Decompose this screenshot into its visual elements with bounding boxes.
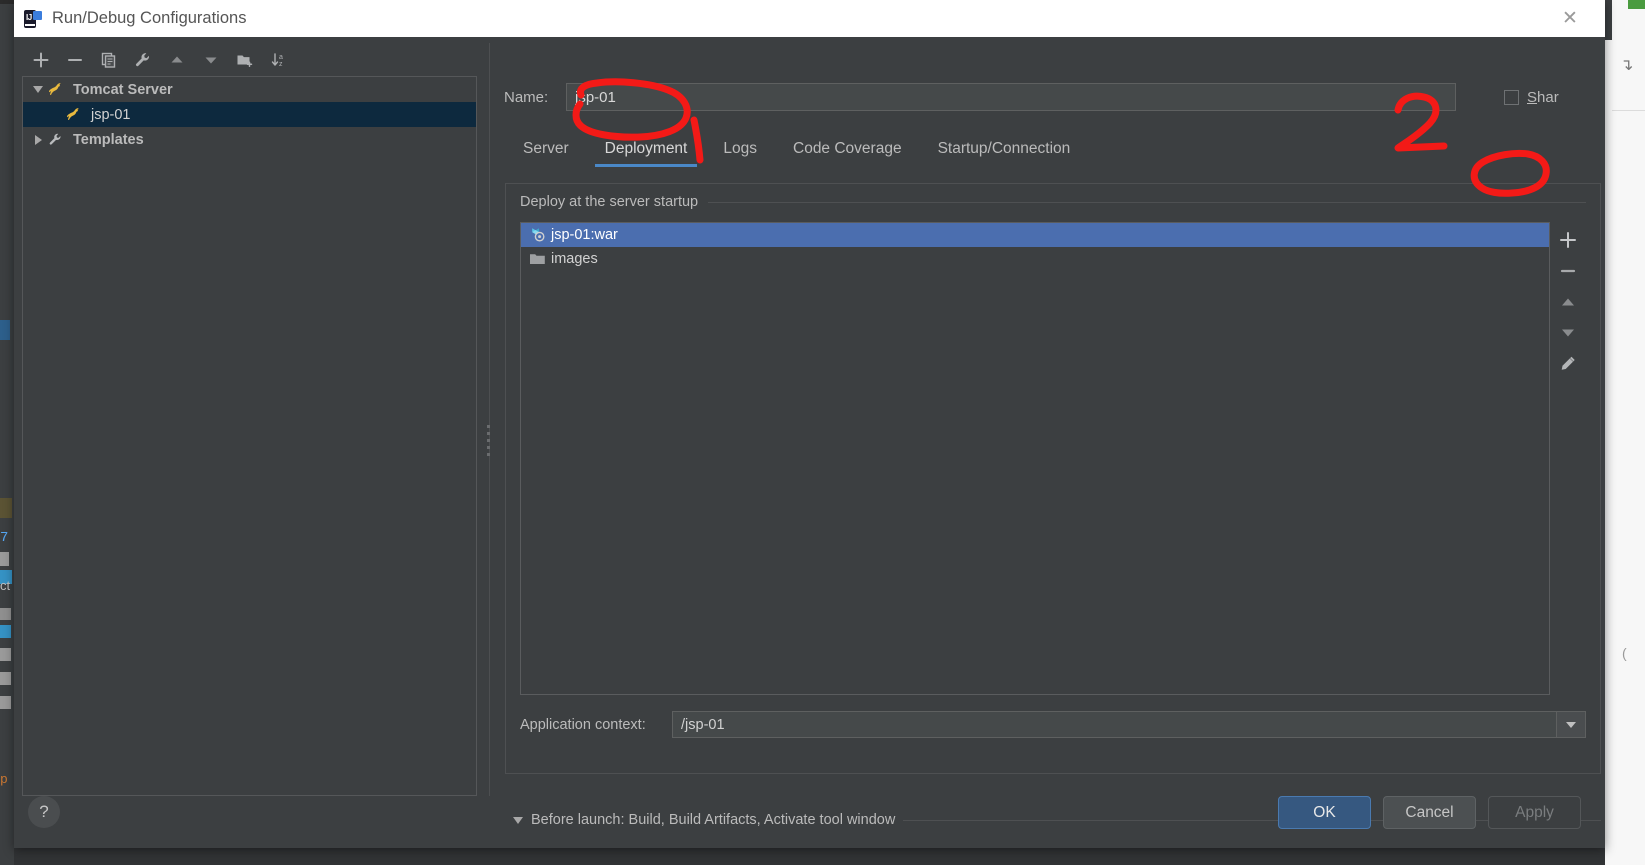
ide-bg-chunk-4 — [0, 608, 11, 620]
sort-alpha-icon[interactable]: a z — [266, 47, 292, 73]
tree-item-jsp-01[interactable]: jsp-01 — [23, 102, 476, 127]
help-button[interactable]: ? — [28, 796, 60, 828]
tree-item-label: jsp-01 — [91, 106, 131, 123]
tab-startup-connection[interactable]: Startup/Connection — [920, 140, 1089, 167]
list-item-label: images — [551, 251, 598, 267]
ide-bg-chunk-text-1: 7 — [0, 530, 9, 546]
wrench-icon[interactable] — [130, 47, 156, 73]
add-configuration-button[interactable] — [28, 47, 54, 73]
deploy-section-title: Deploy at the server startup — [520, 194, 699, 210]
dialog-body: a z Tomcat Server jsp-01 Templates Name:… — [14, 37, 1605, 848]
svg-text:z: z — [279, 61, 283, 68]
edit-artifact-button[interactable] — [1553, 351, 1583, 376]
dialog-titlebar: IJ Run/Debug Configurations ✕ — [14, 0, 1605, 37]
remove-artifact-button[interactable] — [1553, 258, 1583, 283]
remove-configuration-button[interactable] — [62, 47, 88, 73]
ide-bg-green-corner — [1628, 0, 1645, 9]
tomcat-icon — [65, 106, 85, 124]
ide-bg-chunk-6 — [0, 648, 11, 661]
ok-button[interactable]: OK — [1278, 796, 1371, 829]
tree-item-label: Templates — [73, 131, 144, 148]
tree-item-tomcat-server[interactable]: Tomcat Server — [23, 77, 476, 102]
ide-bg-bottom-bar — [14, 848, 1605, 865]
configurations-toolbar: a z — [22, 43, 477, 76]
wrench-icon — [47, 131, 67, 149]
move-artifact-down-button[interactable] — [1553, 320, 1583, 345]
name-label: Name: — [504, 88, 549, 106]
folder-icon — [529, 250, 551, 268]
application-context-label: Application context: — [520, 716, 646, 733]
arrow-down-icon[interactable] — [198, 47, 224, 73]
ide-bg-chunk-1 — [0, 6, 14, 56]
intellij-idea-icon: IJ — [24, 9, 42, 28]
tree-item-label: Tomcat Server — [73, 81, 173, 98]
ide-bg-right-edge — [1605, 0, 1645, 865]
section-divider — [708, 201, 1586, 203]
application-context-row: Application context: /jsp-01 — [520, 711, 1586, 738]
dialog-footer: ? OK Cancel Apply — [14, 786, 1605, 848]
cancel-button[interactable]: Cancel — [1383, 796, 1476, 829]
ide-bg-right-mark-2: ( — [1622, 645, 1627, 661]
tab-deployment[interactable]: Deployment — [587, 140, 706, 167]
ide-bg-right-dark — [1605, 0, 1612, 40]
chevron-down-icon[interactable] — [1556, 712, 1585, 737]
dialog-title: Run/Debug Configurations — [52, 9, 247, 27]
configurations-tree: Tomcat Server jsp-01 Templates — [22, 76, 477, 796]
ide-bg-chunk-text-3: p — [0, 772, 8, 787]
application-context-value[interactable]: /jsp-01 — [673, 717, 1556, 733]
move-artifact-up-button[interactable] — [1553, 289, 1583, 314]
ide-bg-chunk-text-2: ct — [0, 578, 11, 593]
list-item-images[interactable]: images — [521, 247, 1549, 271]
list-item-label: jsp-01:war — [551, 227, 618, 243]
deploy-section-header: Deploy at the server startup — [506, 184, 1600, 210]
add-artifact-button[interactable] — [1553, 227, 1583, 252]
ide-bg-chunk-olive — [0, 498, 12, 518]
panel-splitter[interactable] — [484, 43, 494, 796]
chevron-down-icon[interactable] — [29, 81, 47, 99]
share-label-rest: har — [1537, 88, 1559, 106]
run-debug-configurations-dialog: IJ Run/Debug Configurations ✕ a z Tomcat… — [14, 0, 1605, 848]
dialog-buttons: OK Cancel Apply — [1278, 796, 1581, 829]
close-icon[interactable]: ✕ — [1559, 8, 1581, 30]
ide-bg-chunk-7 — [0, 672, 11, 685]
deployment-list-area: jsp-01:war images — [520, 222, 1586, 695]
name-input[interactable] — [566, 83, 1456, 111]
tree-item-templates[interactable]: Templates — [23, 127, 476, 152]
share-label: Shar — [1527, 89, 1559, 106]
ide-bg-chunk-2 — [0, 552, 9, 566]
list-item-jsp-01-war[interactable]: jsp-01:war — [521, 223, 1549, 247]
tab-logs[interactable]: Logs — [705, 140, 775, 167]
screen-root: 7 ct p ↴ ( IJ Run/Debug Configurations ✕ — [0, 0, 1645, 865]
ide-bg-chunk-5 — [0, 625, 11, 638]
application-context-combobox[interactable]: /jsp-01 — [672, 711, 1586, 738]
configuration-editor-panel: Name: Shar Server Deployment Logs Code C… — [497, 43, 1601, 796]
svg-text:a: a — [279, 54, 283, 61]
deployment-list-toolbar — [1550, 222, 1586, 695]
chevron-right-icon[interactable] — [29, 131, 47, 149]
tomcat-icon — [47, 81, 67, 99]
ide-bg-chunk-8 — [0, 696, 11, 709]
share-checkbox[interactable] — [1504, 89, 1519, 105]
arrow-up-icon[interactable] — [164, 47, 190, 73]
name-row: Name: Shar — [497, 82, 1601, 112]
splitter-handle[interactable] — [487, 425, 492, 460]
configurations-panel: a z Tomcat Server jsp-01 Templates — [22, 43, 477, 796]
share-label-mnemonic: S — [1527, 88, 1538, 106]
ide-bg-right-mark: ↴ — [1620, 57, 1634, 74]
ide-bg-chunk-blue — [0, 320, 10, 340]
deployment-tab-content: Deploy at the server startup jsp-01:war … — [505, 183, 1601, 774]
folder-add-icon[interactable] — [232, 47, 258, 73]
tab-code-coverage[interactable]: Code Coverage — [775, 140, 920, 167]
deployment-list[interactable]: jsp-01:war images — [520, 222, 1550, 695]
artifact-icon — [529, 226, 551, 244]
ide-bg-right-divider — [1612, 110, 1645, 111]
configuration-tabs: Server Deployment Logs Code Coverage Sta… — [497, 127, 1601, 167]
share-checkbox-row[interactable]: Shar — [1504, 89, 1559, 106]
copy-icon[interactable] — [96, 47, 122, 73]
apply-button: Apply — [1488, 796, 1581, 829]
tab-server[interactable]: Server — [505, 140, 587, 167]
